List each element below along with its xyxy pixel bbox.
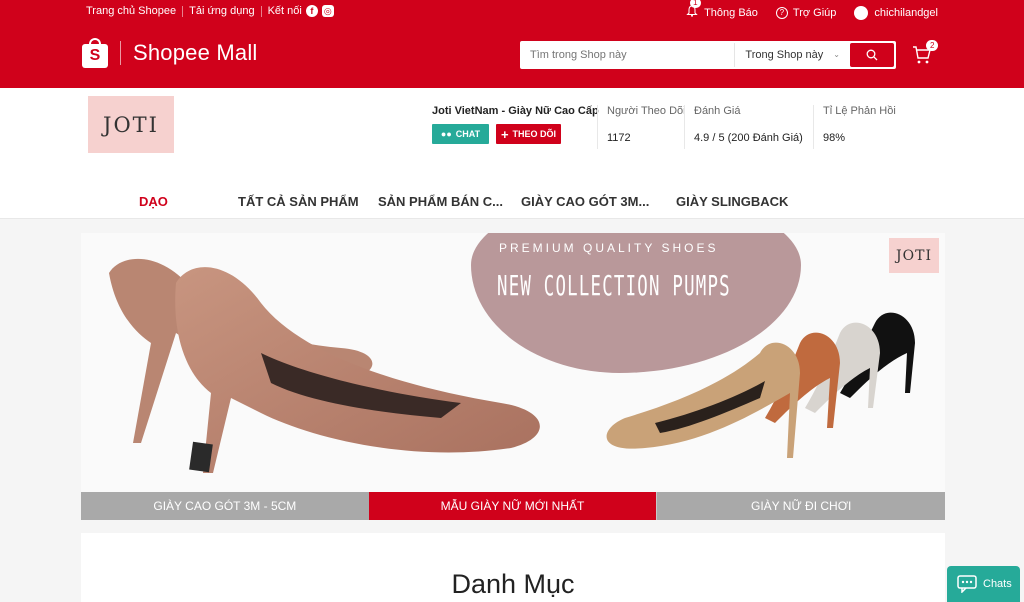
stat-label: Tỉ Lệ Phản Hồi (823, 105, 896, 117)
search-bar: Trong Shop này ⌄ (520, 41, 896, 69)
shop-info: JOTI Joti VietNam - Giày Nữ Cao Cấp ●● C… (0, 88, 1024, 219)
chat-icon (957, 575, 977, 593)
shop-name: Joti VietNam - Giày Nữ Cao Cấp (432, 105, 599, 117)
stat-value: 4.9 / 5 (200 Đánh Giá) (694, 132, 803, 144)
topbar-left: Trang chủ Shopee Tải ứng dụng Kết nối f … (86, 5, 334, 17)
shop-nav: DẠO TẤT CẢ SẢN PHẨM SẢN PHẨM BÁN C... GI… (0, 188, 1024, 214)
cart-badge: 2 (926, 40, 939, 51)
connect-label: Kết nối (267, 5, 302, 17)
logo-divider (120, 41, 121, 65)
large-pump-shoe-image (109, 258, 540, 473)
banner-tabs: GIÀY CAO GÓT 3M - 5CM MẪU GIÀY NỮ MỚI NH… (81, 492, 945, 520)
stat-label: Người Theo Dõi (607, 105, 686, 117)
tab-explore[interactable]: DẠO (139, 194, 168, 209)
tab-high-heels[interactable]: GIÀY CAO GÓT 3M... (521, 194, 649, 209)
search-icon (866, 49, 878, 61)
banner-tab-high-heels[interactable]: GIÀY CAO GÓT 3M - 5CM (81, 492, 369, 520)
avatar (854, 5, 869, 20)
notifications-link[interactable]: 1 Thông Báo (686, 0, 758, 20)
stat-value: 1172 (607, 132, 631, 144)
shopee-bag-icon: S (82, 38, 108, 68)
topbar-right: 1 Thông Báo ? Trợ Giúp chichilandgel (668, 0, 938, 20)
topbar: Trang chủ Shopee Tải ứng dụng Kết nối f … (0, 0, 1024, 24)
tab-all-products[interactable]: TẤT CẢ SẢN PHẨM (238, 194, 359, 209)
search-scope-label: Trong Shop này (745, 49, 824, 61)
category-section: Danh Mục (81, 533, 945, 602)
header: Trang chủ Shopee Tải ứng dụng Kết nối f … (0, 0, 1024, 88)
banner-carousel[interactable]: PREMIUM QUALITY SHOES NEW COLLECTION PUM… (81, 233, 945, 520)
search-button[interactable] (850, 43, 894, 67)
follow-label: THEO DÕI (512, 129, 557, 139)
logo-text: Shopee Mall (133, 40, 258, 65)
user-menu[interactable]: chichilandgel (854, 5, 938, 20)
divider (260, 5, 262, 17)
tab-slingback[interactable]: GIÀY SLINGBACK (676, 194, 788, 209)
bell-icon: 1 (686, 0, 701, 20)
banner-image[interactable]: PREMIUM QUALITY SHOES NEW COLLECTION PUM… (81, 233, 945, 492)
notification-badge: 1 (690, 0, 701, 8)
follow-button[interactable]: + THEO DÕI (496, 124, 561, 144)
home-link[interactable]: Trang chủ Shopee (86, 5, 176, 17)
help-label: Trợ Giúp (792, 6, 837, 19)
stat-rating: Đánh Giá 4.9 / 5 (200 Đánh Giá) (694, 105, 803, 144)
search-input[interactable] (522, 43, 735, 67)
divider (684, 105, 685, 149)
cart-button[interactable]: 2 (912, 40, 939, 65)
chats-button[interactable]: Chats (947, 566, 1020, 602)
search-scope-select[interactable]: Trong Shop này ⌄ (734, 43, 850, 67)
download-app-link[interactable]: Tải ứng dụng (189, 5, 254, 17)
pump-shoes-collection-image (606, 312, 915, 458)
tab-best-sellers[interactable]: SẢN PHẨM BÁN C... (378, 194, 503, 209)
plus-icon: + (500, 126, 509, 142)
shop-logo[interactable]: JOTI (88, 96, 174, 153)
divider (813, 105, 814, 149)
banner-tab-new-arrivals[interactable]: MẪU GIÀY NỮ MỚI NHẤT (368, 492, 657, 520)
facebook-icon[interactable]: f (305, 5, 318, 17)
chats-label: Chats (983, 578, 1012, 590)
divider (597, 105, 598, 149)
chat-bubble-icon: ●● (440, 129, 452, 139)
shopee-mall-logo[interactable]: S Shopee Mall (82, 38, 258, 68)
username: chichilandgel (874, 6, 938, 19)
banner-tab-casual[interactable]: GIÀY NỮ ĐI CHƠI (656, 492, 945, 520)
shop-logo-text: JOTI (103, 112, 159, 137)
chat-button[interactable]: ●● CHAT (432, 124, 489, 144)
chat-label: CHAT (455, 129, 481, 139)
category-title: Danh Mục (451, 569, 575, 599)
stat-value: 98% (823, 132, 846, 144)
chevron-down-icon: ⌄ (833, 50, 840, 59)
stat-response-rate: Tỉ Lệ Phản Hồi 98% (823, 105, 896, 144)
help-icon: ? (775, 6, 788, 19)
divider (182, 5, 184, 17)
notifications-label: Thông Báo (704, 6, 758, 19)
help-link[interactable]: ? Trợ Giúp (775, 6, 837, 19)
stat-label: Đánh Giá (694, 105, 741, 117)
stat-followers: Người Theo Dõi 1172 (607, 105, 686, 144)
instagram-icon[interactable]: ◎ (321, 5, 334, 17)
